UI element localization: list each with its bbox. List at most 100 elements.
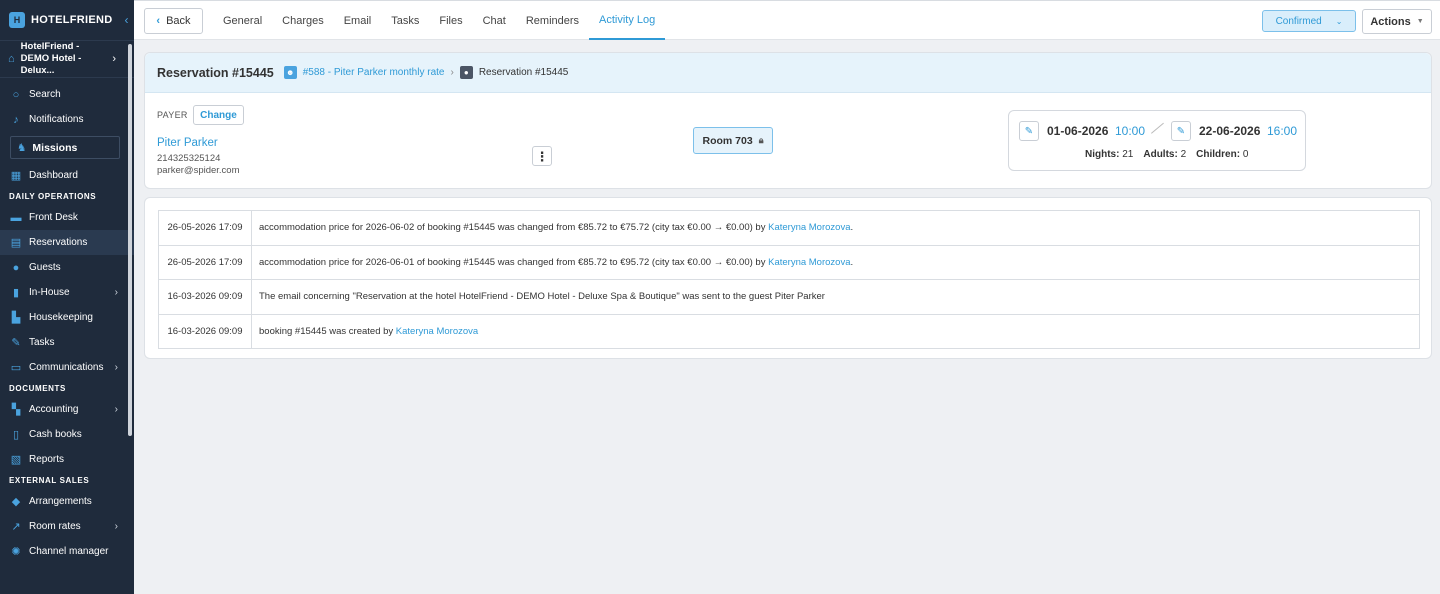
report-icon: ▧ <box>10 454 22 466</box>
breadcrumb-rate-link[interactable]: #588 - Piter Parker monthly rate <box>303 67 445 78</box>
nav-tasks[interactable]: ✎ Tasks <box>0 330 134 355</box>
missions-icon: ♞ <box>17 141 27 154</box>
nav-label: Arrangements <box>29 496 92 507</box>
back-button[interactable]: ‹ Back <box>144 8 203 34</box>
collapse-sidebar-icon[interactable]: ‹ <box>125 13 129 27</box>
payer-more-options-icon[interactable]: ⋮ <box>532 146 552 166</box>
chat-icon: ▭ <box>10 362 22 374</box>
log-text: The email concerning "Reservation at the… <box>251 279 1420 315</box>
nav-arrangements[interactable]: ◆ Arrangements <box>0 489 134 514</box>
missions-label: Missions <box>32 141 78 154</box>
nav-reports[interactable]: ▧ Reports <box>0 447 134 472</box>
nav-label: Channel manager <box>29 546 109 557</box>
section-daily-operations: DAILY OPERATIONS <box>9 192 97 201</box>
brand[interactable]: H HOTELFRIEND ‹ <box>0 0 134 40</box>
cash-book-icon: ▯ <box>12 429 20 441</box>
stay-dates-box: ✎ 01-06-2026 10:00 ✎ 22-06-2026 16:00 Ni… <box>1008 110 1306 171</box>
edit-checkin-pencil-icon[interactable]: ✎ <box>1019 121 1039 141</box>
housekeeping-icon: ▙ <box>11 312 21 324</box>
missions-button[interactable]: ♞ Missions <box>10 136 120 159</box>
back-label: Back <box>166 15 191 27</box>
stay-stats: Nights: 21 Adults: 2 Children: 0 <box>1085 149 1248 160</box>
chevron-right-icon: › <box>114 404 118 415</box>
section-documents: DOCUMENTS <box>9 384 66 393</box>
payer-email: parker@spider.com <box>157 165 240 176</box>
tab-email[interactable]: Email <box>334 1 382 40</box>
nav-cash-books[interactable]: ▯ Cash books <box>0 422 134 447</box>
log-date: 26-05-2026 17:09 <box>158 244 252 280</box>
hotel-name: HotelFriend - DEMO Hotel - Delux... <box>20 41 82 76</box>
tab-reminders[interactable]: Reminders <box>516 1 589 40</box>
tab-activity-log[interactable]: Activity Log <box>589 1 666 40</box>
chevron-right-icon: › <box>114 362 118 373</box>
breadcrumb-current: Reservation #15445 <box>478 67 569 78</box>
hotel-selector[interactable]: ⌂ HotelFriend - DEMO Hotel - Delux... › <box>0 40 134 78</box>
nav-label: Room rates <box>29 521 81 532</box>
nav-channel-manager[interactable]: ✺ Channel manager <box>0 539 134 564</box>
log-author-link[interactable]: Kateryna Morozova <box>768 257 850 268</box>
activity-log-card: 26-05-2026 17:09 accommodation price for… <box>144 197 1432 359</box>
children-stat: Children: 0 <box>1196 149 1249 160</box>
reservation-card: Reservation #15445 ☻ #588 - Piter Parker… <box>144 52 1432 189</box>
log-date: 26-05-2026 17:09 <box>158 210 252 246</box>
sidebar-scrollbar[interactable] <box>128 44 132 436</box>
reservation-tabs: General Charges Email Tasks Files Chat R… <box>213 1 666 41</box>
nav-housekeeping[interactable]: ▙ Housekeeping <box>0 305 134 330</box>
tab-chat[interactable]: Chat <box>473 1 516 40</box>
reservation-header: Reservation #15445 ☻ #588 - Piter Parker… <box>145 53 1431 93</box>
payer-name-link[interactable]: Piter Parker <box>157 137 218 149</box>
nav-accounting[interactable]: ▚ Accounting › <box>0 397 134 422</box>
nav-reservations[interactable]: ▤ Reservations <box>0 230 134 255</box>
nav-room-rates[interactable]: ↗ Room rates › <box>0 514 134 539</box>
reservation-title: Reservation #15445 <box>157 65 274 80</box>
table-row: 16-03-2026 09:09 The email concerning "R… <box>158 279 1420 315</box>
nav-label: Reservations <box>29 237 88 248</box>
breadcrumb: ☻ #588 - Piter Parker monthly rate › ● R… <box>283 66 569 79</box>
top-bar: ‹ Back General Charges Email Tasks Files… <box>134 0 1440 40</box>
nav-label: Tasks <box>29 337 55 348</box>
tab-tasks[interactable]: Tasks <box>381 1 429 40</box>
chevron-down-icon: ⌄ <box>1335 16 1343 26</box>
checkin-time: 10:00 <box>1115 124 1146 138</box>
channel-manager-icon: ✺ <box>11 546 21 558</box>
nav-in-house[interactable]: ▮ In-House › <box>0 280 134 305</box>
tab-files[interactable]: Files <box>429 1 472 40</box>
room-label: Room 703 <box>702 134 753 147</box>
log-author-link[interactable]: Kateryna Morozova <box>768 222 850 233</box>
change-payer-button[interactable]: Change <box>193 105 244 125</box>
nav-front-desk[interactable]: ▬ Front Desk <box>0 205 134 230</box>
table-row: 26-05-2026 17:09 accommodation price for… <box>158 210 1420 246</box>
chevron-right-icon: › <box>450 67 454 78</box>
nav-label: In-House <box>29 287 70 298</box>
table-row: 16-03-2026 09:09 booking #15445 was crea… <box>158 313 1420 349</box>
nav-search[interactable]: ○ Search <box>0 82 134 107</box>
log-date: 16-03-2026 09:09 <box>158 313 252 349</box>
nav-label: Notifications <box>29 114 84 125</box>
user-icon: ● <box>459 66 473 79</box>
nav-notifications[interactable]: ♪ Notifications <box>0 107 134 132</box>
room-badge[interactable]: Room 703 🔒︎ <box>693 127 773 154</box>
nav-label: Communications <box>29 362 104 373</box>
actions-dropdown[interactable]: Actions ▼ <box>1362 9 1432 34</box>
status-dropdown[interactable]: Confirmed ⌄ <box>1262 10 1356 32</box>
log-author-link[interactable]: Kateryna Morozova <box>396 326 478 337</box>
edit-checkout-pencil-icon[interactable]: ✎ <box>1171 121 1191 141</box>
nav-label: Reports <box>29 454 65 465</box>
brand-name: HOTELFRIEND <box>31 14 113 26</box>
tab-general[interactable]: General <box>213 1 272 40</box>
status-label: Confirmed <box>1275 15 1322 27</box>
nav-communications[interactable]: ▭ Communications › <box>0 355 134 380</box>
sidebar: H HOTELFRIEND ‹ ⌂ HotelFriend - DEMO Hot… <box>0 0 134 594</box>
nights-stat: Nights: 21 <box>1085 149 1134 160</box>
table-row: 26-05-2026 17:09 accommodation price for… <box>158 244 1420 280</box>
hotelfriend-logo-icon: H <box>9 12 25 28</box>
log-text: accommodation price for 2026-06-02 of bo… <box>251 210 1420 246</box>
nav-dashboard[interactable]: ▦ Dashboard <box>0 163 134 188</box>
chevron-right-icon: › <box>114 287 118 298</box>
lock-icon: 🔒︎ <box>758 135 764 145</box>
tab-charges[interactable]: Charges <box>272 1 334 40</box>
nav-label: Guests <box>29 262 61 273</box>
chevron-right-icon: › <box>112 53 116 65</box>
log-text: accommodation price for 2026-06-01 of bo… <box>251 244 1420 280</box>
nav-guests[interactable]: ● Guests <box>0 255 134 280</box>
